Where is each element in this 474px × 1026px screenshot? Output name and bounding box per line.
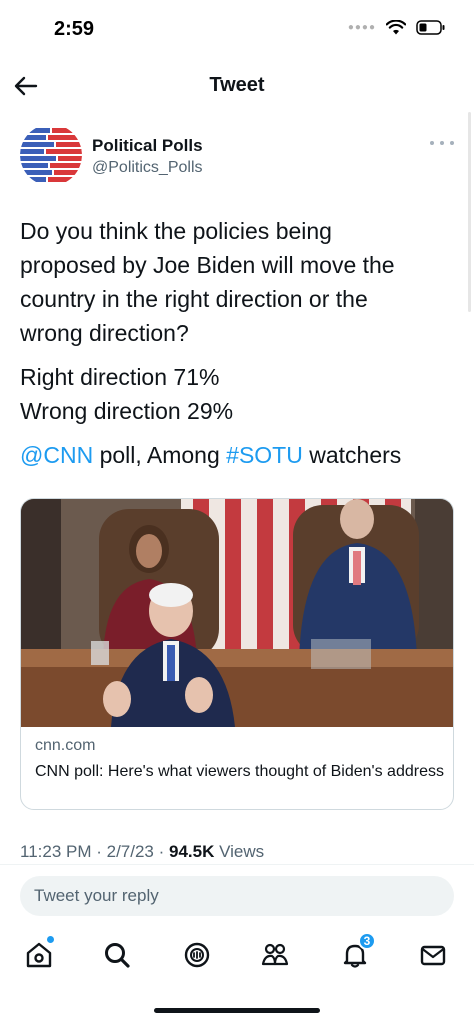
divider — [0, 864, 474, 865]
views-count[interactable]: 94.5K — [169, 842, 214, 861]
nav-notifications[interactable]: 3 — [338, 932, 376, 972]
avatar[interactable] — [20, 124, 82, 186]
tweet-meta: 11:23 PM · 2/7/23 · 94.5K Views — [20, 842, 265, 861]
author-name[interactable]: Political Polls — [92, 136, 203, 156]
header: Tweet — [0, 62, 474, 108]
spaces-icon — [184, 942, 210, 968]
result-wrong: Wrong direction 29% — [20, 398, 234, 424]
nav-search[interactable] — [100, 938, 134, 972]
views-label: Views — [219, 842, 265, 861]
reply-input[interactable]: Tweet your reply — [20, 876, 454, 916]
tweet-question-line: country in the right direction or the — [20, 286, 368, 312]
tweet-text: Do you think the policies being proposed… — [20, 214, 450, 482]
status-time: 2:59 — [54, 18, 95, 40]
tweet-question-line: Do you think the policies being — [20, 218, 332, 244]
messages-icon — [420, 945, 446, 966]
status-icons: ●●●● — [348, 20, 446, 35]
tweet-question-line: proposed by Joe Biden will move the — [20, 252, 395, 278]
nav-home[interactable] — [22, 936, 56, 972]
tweet-question: Do you think the policies being proposed… — [20, 214, 450, 350]
more-dot-icon — [450, 141, 454, 145]
card-title: CNN poll: Here's what viewers thought of… — [35, 763, 444, 780]
tweet-date: 2/7/23 — [106, 842, 154, 861]
page-title: Tweet — [209, 74, 265, 96]
link-card[interactable]: cnn.com CNN poll: Here's what viewers th… — [20, 498, 454, 810]
result-right: Right direction 71% — [20, 364, 220, 390]
reply-placeholder: Tweet your reply — [34, 886, 159, 905]
tweet-time: 11:23 PM — [20, 842, 92, 861]
source-text-end: watchers — [302, 442, 402, 468]
more-dot-icon — [430, 141, 434, 145]
search-icon — [105, 943, 130, 968]
more-options-button[interactable] — [430, 136, 454, 150]
communities-icon — [261, 943, 289, 966]
nav-messages[interactable] — [416, 938, 450, 972]
wifi-icon — [386, 20, 406, 35]
card-image — [21, 499, 453, 727]
tweet-source: @CNN poll, Among #SOTU watchers — [20, 438, 450, 472]
political-polls-logo-icon — [20, 124, 82, 186]
cnn-mention-link[interactable]: @CNN — [20, 442, 93, 468]
home-unread-dot — [47, 936, 54, 943]
source-text: poll, Among — [93, 442, 227, 468]
nav-spaces[interactable] — [180, 938, 214, 972]
author-handle[interactable]: @Politics_Polls — [92, 159, 203, 177]
sotu-hashtag-link[interactable]: #SOTU — [226, 442, 303, 468]
battery-icon — [416, 20, 445, 35]
signal-icon: ●●●● — [347, 22, 376, 33]
bottom-nav: 3 — [0, 932, 474, 978]
more-dot-icon — [440, 141, 444, 145]
home-icon — [26, 942, 52, 968]
tweet-results: Right direction 71% Wrong direction 29% — [20, 360, 450, 428]
nav-communities[interactable] — [258, 938, 292, 972]
card-domain: cnn.com — [35, 737, 96, 754]
tweet-question-line: wrong direction? — [20, 320, 189, 346]
notifications-badge: 3 — [358, 932, 376, 950]
scrollbar[interactable] — [468, 112, 471, 312]
status-bar: 2:59 ●●●● — [0, 0, 474, 60]
home-indicator[interactable] — [154, 1008, 320, 1013]
